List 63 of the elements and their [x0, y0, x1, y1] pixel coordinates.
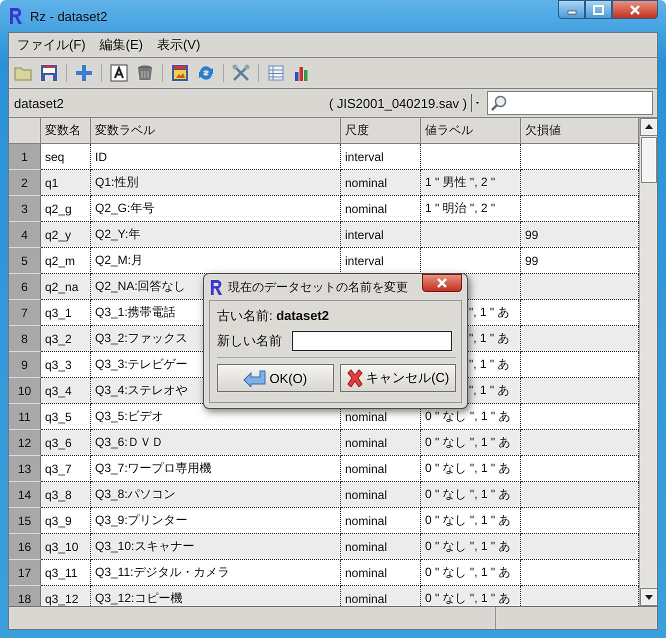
row-number: 12 [9, 430, 41, 456]
close-icon [436, 278, 448, 288]
row-number: 15 [9, 508, 41, 534]
close-icon [629, 4, 641, 14]
row-number: 1 [9, 144, 41, 170]
dataset-dropdown[interactable]: dataset2 ( JIS2001_040219.sav ) [9, 90, 483, 116]
cross-icon [346, 369, 364, 387]
tools-icon[interactable] [232, 64, 250, 82]
row-number: 16 [9, 534, 41, 560]
column-header[interactable]: 値ラベル [421, 118, 521, 144]
column-header[interactable]: 欠損値 [521, 118, 639, 144]
plus-icon[interactable] [75, 64, 93, 82]
scroll-down-icon[interactable] [640, 588, 657, 606]
menu-item[interactable]: 編集(E) [100, 36, 143, 54]
maximize-icon [593, 4, 604, 14]
return-arrow-icon [243, 369, 268, 387]
row-number: 13 [9, 456, 41, 482]
row-number: 8 [9, 326, 41, 352]
row-number: 5 [9, 248, 41, 274]
picture-save-icon[interactable] [171, 64, 189, 82]
row-number: 6 [9, 274, 41, 300]
corner-header[interactable] [9, 118, 41, 144]
close-button[interactable] [422, 274, 462, 292]
row-number: 11 [9, 404, 41, 430]
window-title: Rz - dataset2 [30, 8, 108, 24]
ok-button[interactable]: OK(O) [217, 364, 334, 392]
trash-icon[interactable] [136, 64, 154, 82]
r-logo-icon [209, 278, 224, 296]
maximize-button[interactable] [585, 0, 612, 19]
table-icon[interactable] [267, 64, 285, 82]
row-number: 4 [9, 222, 41, 248]
column-header[interactable]: 尺度 [341, 118, 421, 144]
scroll-up-icon[interactable] [640, 118, 657, 136]
table-cell: nominal [341, 586, 421, 606]
vertical-scrollbar[interactable] [639, 118, 657, 606]
search-icon [491, 95, 507, 111]
row-number: 9 [9, 352, 41, 378]
refresh-icon[interactable] [197, 64, 215, 82]
menu-item[interactable]: 表示(V) [156, 36, 200, 54]
text-tool-icon[interactable] [110, 64, 128, 82]
column-header[interactable]: 変数ラベル [91, 118, 341, 144]
cancel-button[interactable]: キャンセル(C) [340, 364, 456, 392]
table-cell: 0 " なし ", 1 " あ [421, 586, 521, 606]
row-number: 7 [9, 300, 41, 326]
new-name-field[interactable] [292, 331, 452, 351]
r-logo-icon [8, 7, 24, 25]
old-name-text: 古い名前: dataset2 [217, 307, 330, 325]
close-button[interactable] [612, 0, 658, 19]
row-number: 14 [9, 482, 41, 508]
table-cell: Q3_12:コピー機 [91, 586, 341, 606]
save-icon[interactable] [40, 64, 58, 82]
search-field[interactable] [487, 91, 653, 115]
scroll-thumb[interactable] [641, 137, 657, 183]
row-number: 2 [9, 170, 41, 196]
table-cell: q3_12 [41, 586, 91, 606]
row-number: 3 [9, 196, 41, 222]
minimize-button[interactable] [558, 0, 585, 19]
row-number: 10 [9, 378, 41, 404]
row-number: 18 [9, 586, 41, 606]
row-number: 17 [9, 560, 41, 586]
column-header[interactable]: 変数名 [41, 118, 91, 144]
new-name-label: 新しい名前 [217, 332, 282, 350]
menu-item[interactable]: ファイル(F) [17, 36, 86, 54]
